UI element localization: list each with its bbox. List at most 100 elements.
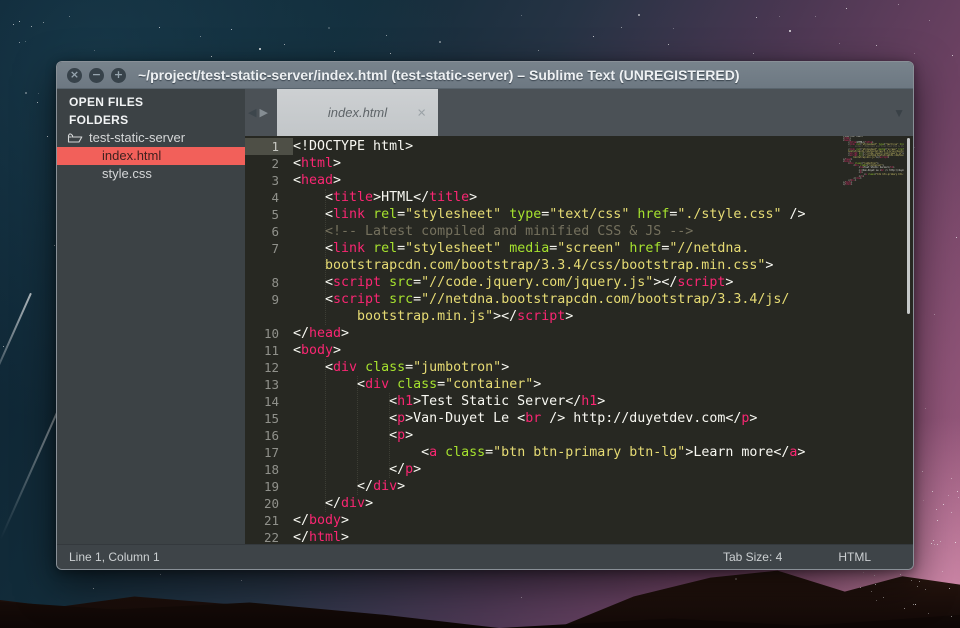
code-line[interactable]: 9 <script src="//netdna.bootstrapcdn.com… [245, 291, 913, 308]
star [951, 478, 952, 479]
line-number[interactable]: 14 [245, 393, 293, 410]
sidebar-folder-row[interactable]: test-static-server [57, 129, 245, 147]
minimize-window-icon[interactable]: − [89, 68, 104, 83]
minimap[interactable]: <!DOCTYPE html><html><head> <title>HTML<… [843, 136, 904, 188]
code-token: < [293, 241, 333, 256]
code-editor[interactable]: 1<!DOCTYPE html>2<html>3<head>4 <title>H… [245, 136, 913, 544]
code-text: bootstrap.min.js"></script> [293, 308, 573, 325]
star [638, 14, 640, 16]
line-number[interactable]: 3 [245, 172, 293, 189]
star [756, 17, 757, 18]
star [925, 589, 926, 590]
code-token: > [501, 360, 509, 375]
code-line[interactable]: 4 <title>HTML</title> [245, 189, 913, 206]
code-token: > [341, 513, 349, 528]
code-token [381, 275, 389, 290]
star [932, 491, 933, 492]
code-line[interactable]: 20 </div> [245, 495, 913, 512]
line-number[interactable]: 12 [245, 359, 293, 376]
line-number[interactable]: 15 [245, 410, 293, 427]
code-token: "//netdna.bootstrapcdn.com/bootstrap/3.3… [421, 292, 789, 307]
line-number[interactable]: 22 [245, 529, 293, 544]
star [753, 53, 754, 54]
code-token: body [309, 513, 341, 528]
line-number[interactable]: 17 [245, 444, 293, 461]
code-token: /> http://duyetdev.com</ [884, 169, 904, 172]
line-number[interactable]: 10 [245, 325, 293, 342]
tab-scroll-right-icon[interactable]: ▶ [259, 106, 267, 119]
tab-bar: ◀ ▶ index.html × ▼ [245, 89, 913, 136]
star [937, 544, 938, 545]
code-line[interactable]: 7 <link rel="stylesheet" media="screen" … [245, 240, 913, 257]
line-number[interactable]: 1 [245, 138, 293, 155]
line-number[interactable]: 4 [245, 189, 293, 206]
line-number[interactable]: 11 [245, 342, 293, 359]
code-line[interactable]: 21</body> [245, 512, 913, 529]
star [54, 245, 55, 246]
code-line[interactable]: 15 <p>Van-Duyet Le <br /> http://duyetde… [245, 410, 913, 427]
code-line[interactable]: 5 <link rel="stylesheet" type="text/css"… [245, 206, 913, 223]
code-line[interactable]: 22</html> [245, 529, 913, 544]
line-number[interactable]: 13 [245, 376, 293, 393]
sidebar-item-style-css[interactable]: style.css [57, 165, 245, 183]
maximize-window-icon[interactable]: + [111, 68, 126, 83]
code-text: <script src="//netdna.bootstrapcdn.com/b… [293, 291, 789, 308]
star [93, 588, 94, 589]
code-line[interactable]: 10</head> [245, 325, 913, 342]
code-line[interactable]: 12 <div class="jumbotron"> [245, 359, 913, 376]
line-number[interactable] [245, 308, 293, 325]
line-number[interactable]: 21 [245, 512, 293, 529]
code-line[interactable]: 19 </div> [245, 478, 913, 495]
code-text: </div> [293, 495, 373, 512]
tab-index-html[interactable]: index.html × [277, 89, 438, 136]
syntax-indicator[interactable]: HTML [838, 550, 871, 564]
sidebar-section-folders[interactable]: FOLDERS [57, 111, 245, 129]
code-line[interactable]: 11<body> [245, 342, 913, 359]
line-number[interactable]: 8 [245, 274, 293, 291]
code-line[interactable]: 14 <h1>Test Static Server</h1> [245, 393, 913, 410]
titlebar[interactable]: × − + ~/project/test-static-server/index… [57, 62, 913, 89]
line-number[interactable]: 7 [245, 240, 293, 257]
code-line[interactable]: bootstrapcdn.com/bootstrap/3.3.4/css/boo… [245, 257, 913, 274]
tab-size-indicator[interactable]: Tab Size: 4 [723, 550, 782, 564]
sidebar-section-open-files[interactable]: OPEN FILES [57, 93, 245, 111]
code-line[interactable]: 3<head> [245, 172, 913, 189]
code-line[interactable]: 6 <!-- Latest compiled and minified CSS … [245, 223, 913, 240]
line-number[interactable]: 6 [245, 223, 293, 240]
code-line[interactable]: 2<html> [245, 155, 913, 172]
code-line[interactable]: 13 <div class="container"> [245, 376, 913, 393]
code-line[interactable]: 18 </p> [245, 461, 913, 478]
code-line[interactable]: 1<!DOCTYPE html> [245, 138, 913, 155]
code-token: > [397, 479, 405, 494]
code-line[interactable]: 17 <a class="btn btn-primary btn-lg">Lea… [245, 444, 913, 461]
code-token: > [888, 156, 889, 159]
star [839, 43, 840, 44]
tab-overflow-icon[interactable]: ▼ [893, 106, 905, 120]
code-token: < [293, 445, 429, 460]
code-token: head [309, 326, 341, 341]
line-number[interactable]: 2 [245, 155, 293, 172]
star [259, 48, 261, 50]
window-title: ~/project/test-static-server/index.html … [138, 67, 740, 83]
vertical-scrollbar[interactable] [907, 138, 910, 314]
code-text: <!-- Latest compiled and minified CSS & … [293, 223, 693, 240]
line-number[interactable]: 16 [245, 427, 293, 444]
line-number[interactable]: 19 [245, 478, 293, 495]
line-number[interactable]: 18 [245, 461, 293, 478]
code-token: < [293, 428, 397, 443]
code-line[interactable]: bootstrap.min.js"></script> [245, 308, 913, 325]
star [898, 4, 899, 5]
tab-close-icon[interactable]: × [417, 105, 426, 120]
line-number[interactable] [245, 257, 293, 274]
code-line[interactable]: 16 <p> [245, 427, 913, 444]
code-text: <p> [293, 427, 413, 444]
tab-scroll-left-icon[interactable]: ◀ [248, 106, 256, 119]
star [933, 540, 934, 541]
close-window-icon[interactable]: × [67, 68, 82, 83]
line-number[interactable]: 20 [245, 495, 293, 512]
code-line[interactable]: 8 <script src="//code.jquery.com/jquery.… [245, 274, 913, 291]
sidebar-item-index-html[interactable]: index.html [57, 147, 245, 165]
line-number[interactable]: 9 [245, 291, 293, 308]
star [914, 147, 915, 148]
line-number[interactable]: 5 [245, 206, 293, 223]
